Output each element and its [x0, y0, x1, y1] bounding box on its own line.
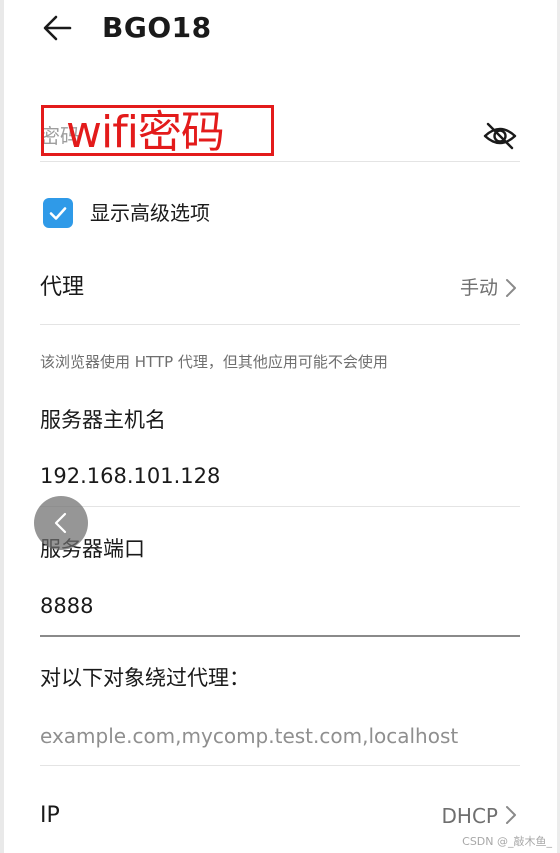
bypass-input[interactable]: example.com,mycomp.test.com,localhost — [40, 720, 458, 752]
port-input[interactable]: 8888 — [40, 590, 93, 622]
proxy-value: 手动 — [459, 277, 498, 299]
header: BGO18 — [0, 0, 560, 56]
password-underline — [40, 161, 520, 162]
ip-value: DHCP — [441, 804, 498, 828]
port-underline-active — [40, 635, 520, 637]
advanced-options-checkbox[interactable] — [43, 198, 73, 228]
ip-settings-row[interactable]: IP DHCP — [40, 790, 520, 844]
host-label: 服务器主机名 — [40, 408, 166, 432]
proxy-divider — [40, 324, 520, 325]
bypass-label: 对以下对象绕过代理： — [40, 666, 250, 690]
proxy-hint-text: 该浏览器使用 HTTP 代理，但其他应用可能不会使用 — [40, 353, 388, 371]
proxy-label: 代理 — [40, 275, 85, 300]
chevron-right-icon — [506, 806, 516, 824]
host-divider — [40, 506, 520, 507]
left-edge — [0, 0, 4, 853]
password-field[interactable]: 密码 — [40, 116, 460, 156]
proxy-row[interactable]: 代理 手动 — [40, 260, 520, 324]
page-title: BGO18 — [102, 11, 212, 44]
chevron-right-icon — [506, 279, 516, 297]
arrow-left-icon — [43, 15, 72, 41]
chevron-left-icon — [54, 512, 67, 534]
password-row: 密码 — [40, 104, 520, 162]
back-button[interactable] — [40, 10, 76, 46]
watermark: CSDN @_敲木鱼_ — [462, 835, 552, 848]
bypass-divider — [40, 765, 520, 766]
ip-label: IP — [40, 803, 60, 828]
toggle-visibility-button[interactable] — [482, 118, 518, 154]
checkmark-icon — [49, 207, 67, 220]
eye-off-icon — [483, 122, 517, 150]
advanced-options-label: 显示高级选项 — [90, 201, 210, 225]
host-input[interactable]: 192.168.101.128 — [40, 460, 220, 492]
floating-back-button[interactable] — [34, 496, 88, 550]
